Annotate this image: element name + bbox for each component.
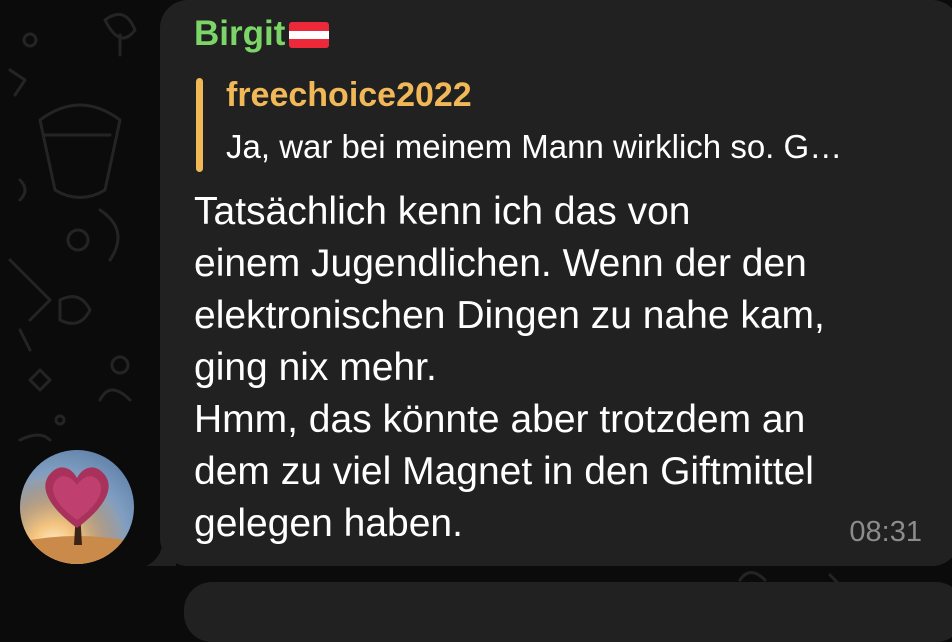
reply-text: Ja, war bei meinem Mann wirklich so. G… xyxy=(226,128,843,165)
message-line: gelegen haben. xyxy=(194,502,463,545)
sender-name[interactable]: Birgit xyxy=(194,14,330,54)
sender-avatar[interactable] xyxy=(20,450,134,564)
message-line: elektronischen Dingen zu nahe kam, xyxy=(194,294,825,337)
message-line: dem zu viel Magnet in den Giftmittel xyxy=(194,450,814,493)
sender-name-text[interactable]: Birgit xyxy=(194,14,285,54)
reply-author: freechoice2022 xyxy=(226,76,472,114)
message-timestamp: 08:31 xyxy=(849,516,922,548)
austria-flag-icon xyxy=(289,22,330,48)
heart-tree-avatar-icon xyxy=(20,450,134,564)
message-line: Hmm, das könnte aber trotzdem an xyxy=(194,398,806,441)
reply-accent-bar xyxy=(196,78,203,172)
next-message-bubble[interactable] xyxy=(184,582,952,642)
message-text: Tatsächlich kenn ich das von einem Jugen… xyxy=(194,186,924,550)
reply-quote[interactable]: freechoice2022 Ja, war bei meinem Mann w… xyxy=(196,72,936,172)
message-line: Tatsächlich kenn ich das von xyxy=(194,190,691,233)
message-line: einem Jugendlichen. Wenn der den xyxy=(194,242,807,285)
message-line: ging nix mehr. xyxy=(194,346,437,389)
